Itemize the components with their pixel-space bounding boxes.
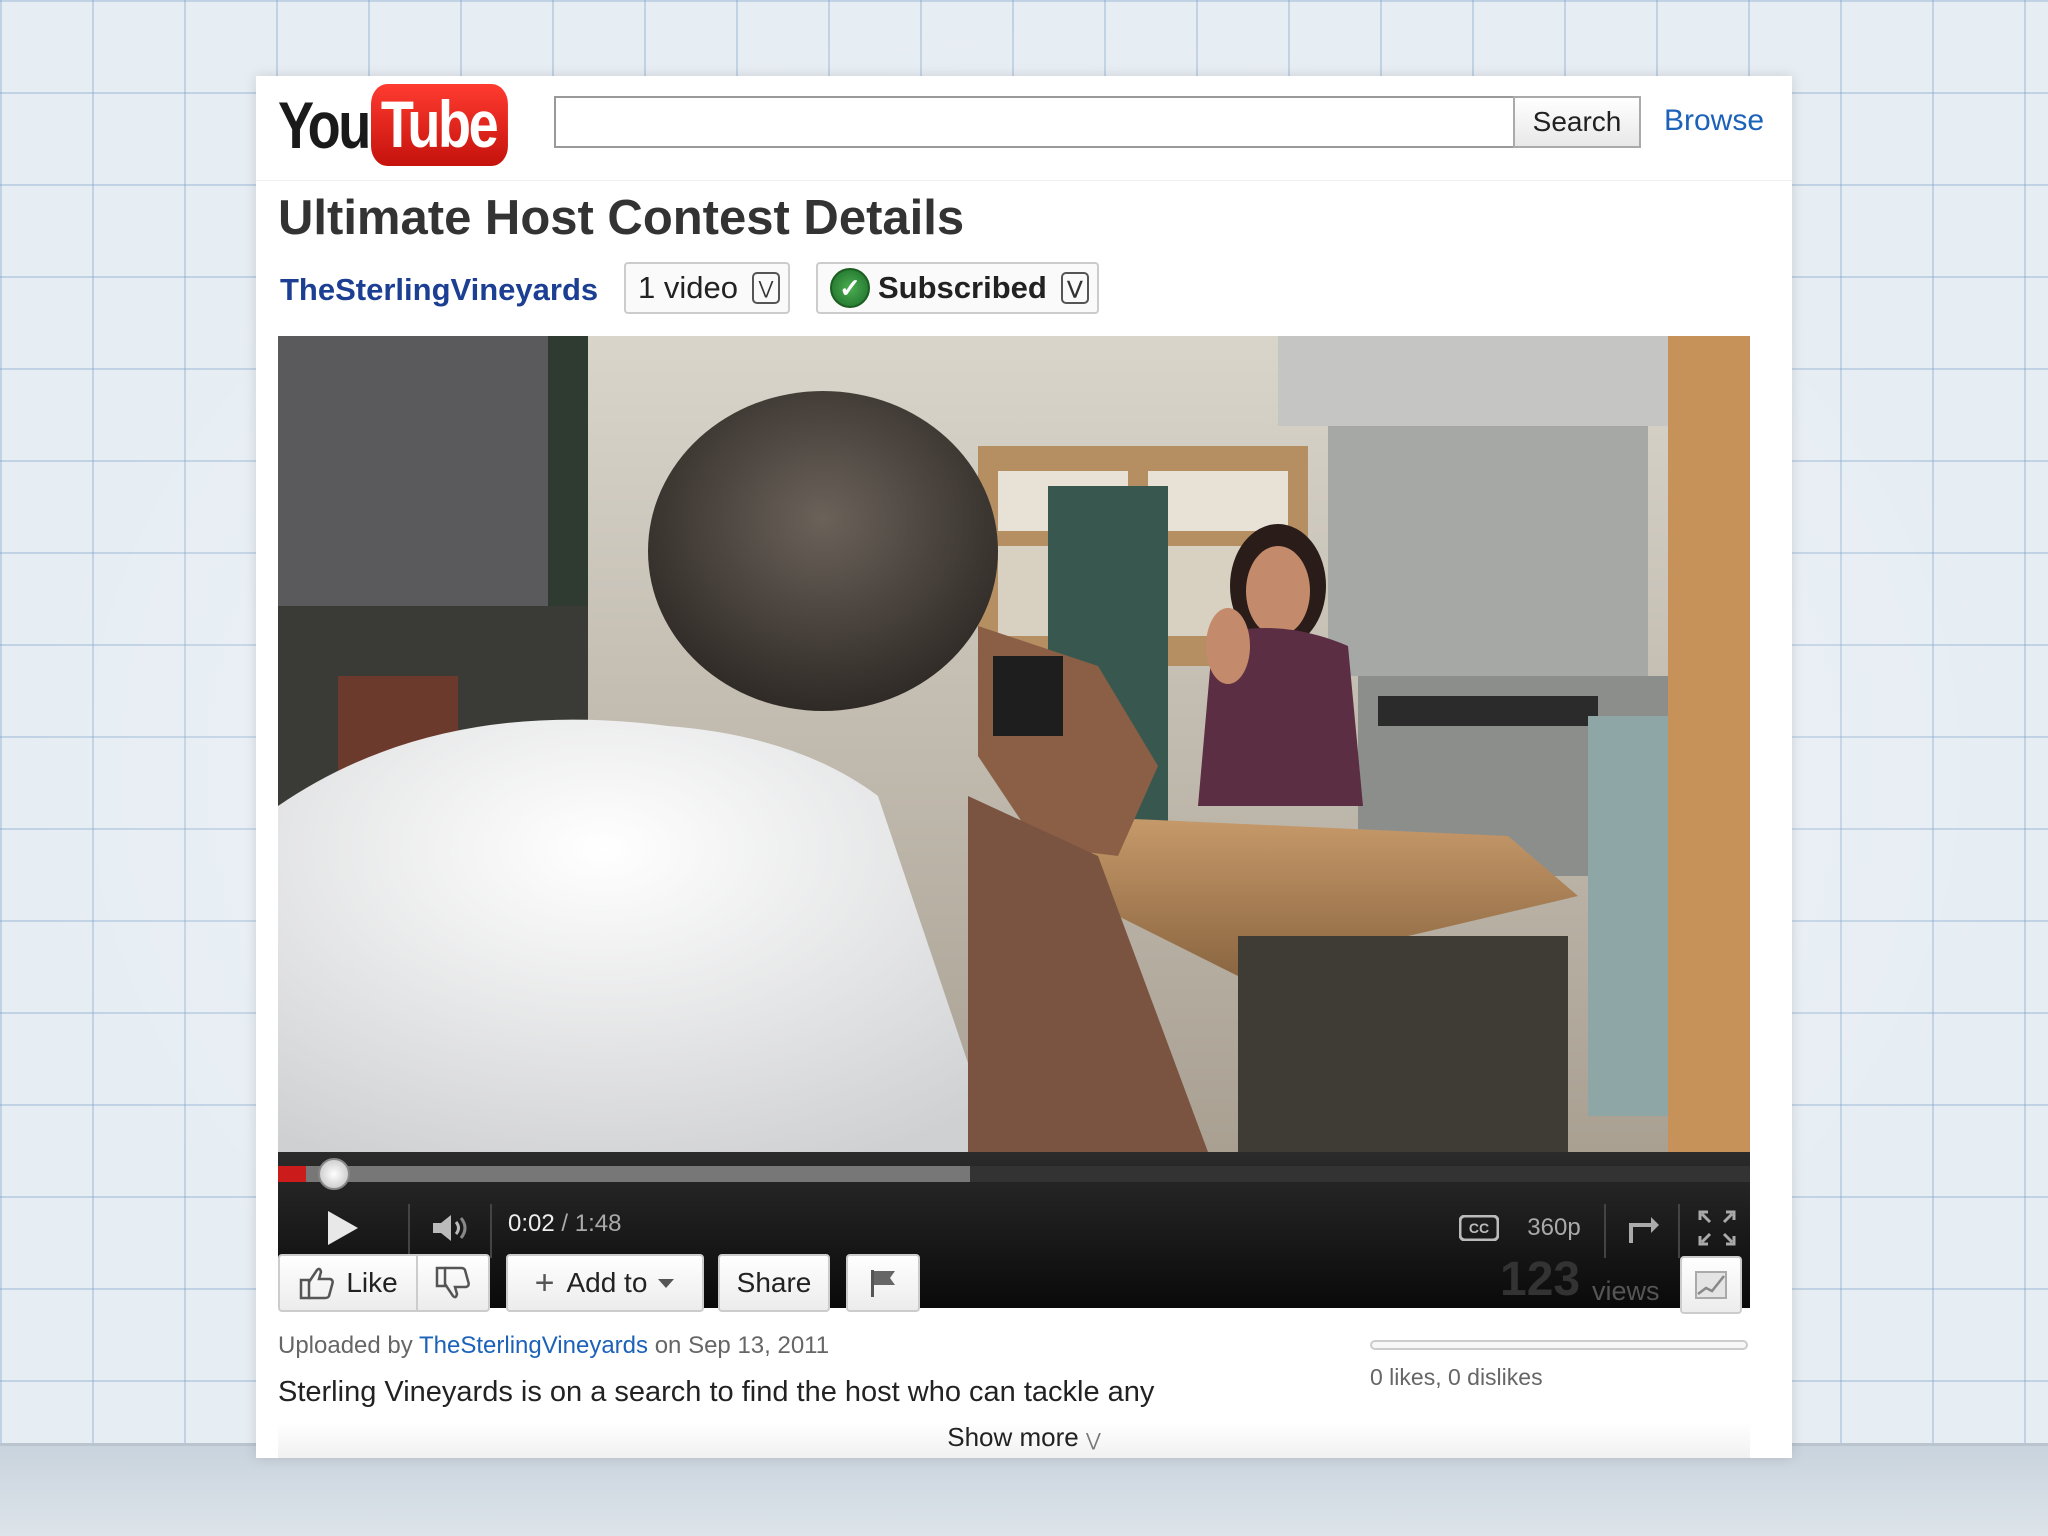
share-button[interactable]: Share [718,1254,830,1312]
browse-link[interactable]: Browse [1664,104,1764,138]
progress-buffered [278,1166,970,1182]
like-label: Like [346,1267,398,1298]
uploaded-prefix: Uploaded by [278,1332,413,1359]
dropdown-arrow-icon [657,1277,675,1289]
video-still-image [278,336,1750,1152]
control-divider [408,1204,410,1258]
play-icon[interactable] [318,1198,368,1258]
logo-tube-text: Tube [370,84,508,166]
add-to-button[interactable]: + Add to [506,1254,704,1312]
control-divider [1678,1204,1680,1258]
stats-button[interactable] [1680,1256,1742,1314]
subscribe-button[interactable]: ✓ Subscribed ⋁ [816,262,1099,314]
channel-link[interactable]: TheSterlingVineyards [280,272,598,308]
fullscreen-icon[interactable] [1692,1198,1742,1258]
closed-captions-icon[interactable]: CC [1454,1198,1504,1258]
logo-you-text: You [278,88,371,162]
upload-date: on Sep 13, 2011 [654,1332,830,1359]
dislike-button[interactable] [416,1254,490,1312]
chevron-down-icon[interactable]: ⋁ [751,272,780,304]
volume-icon[interactable] [426,1198,476,1258]
like-button[interactable]: Like [278,1254,418,1312]
popout-icon[interactable] [1618,1198,1668,1258]
duration: 1:48 [574,1210,622,1237]
add-to-label: Add to [566,1267,648,1298]
checkmark-icon: ✓ [830,268,870,308]
progress-played [278,1166,306,1182]
channel-videos-button[interactable]: 1 video ⋁ [624,262,790,314]
video-frame[interactable] [278,336,1750,1152]
time-separator: / [554,1210,575,1237]
stats-chart-icon [1694,1270,1728,1300]
plus-icon: + [534,1264,555,1302]
youtube-page: You Tube Search Browse Ultimate Host Con… [256,76,1792,1458]
time-display: 0:02 / 1:48 [508,1210,621,1238]
video-description: Sterling Vineyards is on a search to fin… [278,1376,1155,1408]
search-button[interactable]: Search [1513,96,1641,148]
video-title: Ultimate Host Contest Details [278,191,965,245]
control-divider [490,1204,492,1258]
show-more-label: Show more [947,1422,1079,1452]
double-chevron-down-icon: ⋁ [1085,1430,1101,1450]
uploader-link[interactable]: TheSterlingVineyards [419,1332,648,1359]
likes-dislikes-text: 0 likes, 0 dislikes [1370,1364,1543,1390]
show-more-button[interactable]: Show more ⋁ [256,1422,1792,1453]
control-divider [1604,1204,1606,1258]
quality-button[interactable]: 360p [1514,1198,1594,1258]
thumbs-up-icon [298,1264,336,1302]
chevron-down-icon[interactable]: ⋁ [1060,272,1089,304]
flag-icon [867,1267,899,1299]
thumbs-down-icon [434,1264,472,1302]
svg-text:CC: CC [1469,1220,1489,1236]
current-time: 0:02 [508,1210,555,1237]
upload-info: Uploaded by TheSterlingVineyards on Sep … [278,1332,829,1360]
likes-ratio-bar [1370,1340,1748,1350]
video-player[interactable]: 0:02 / 1:48 CC 360p [278,336,1750,1308]
views-label: views [1592,1276,1660,1306]
youtube-logo[interactable]: You Tube [278,76,538,174]
flag-button[interactable] [846,1254,920,1312]
view-count: 123 [1500,1253,1581,1306]
progress-scrubber[interactable] [318,1158,350,1190]
subscribed-label: Subscribed [878,270,1047,305]
header-divider [256,180,1792,181]
search-input[interactable] [554,96,1524,148]
video-count-label: 1 video [638,270,738,305]
